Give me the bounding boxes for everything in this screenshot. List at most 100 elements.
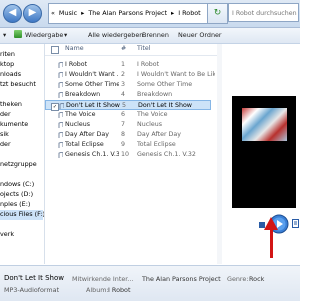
track-number: 1 — [121, 61, 126, 68]
track-number: 4 — [121, 91, 126, 98]
table-row[interactable]: Some Other Time 3 Some Other Time — [45, 80, 211, 90]
table-row[interactable]: The Voice 6 The Voice — [45, 110, 211, 120]
play-dropdown-icon[interactable]: ▾ — [64, 31, 67, 39]
audio-file-icon — [58, 121, 64, 128]
track-name: Day After Day — [65, 131, 109, 138]
track-name: Total Eclipse — [65, 141, 104, 148]
track-name: Some Other Time — [65, 81, 119, 88]
genre-value: Rock — [249, 275, 265, 283]
track-number: 8 — [121, 131, 126, 138]
audio-file-icon — [59, 102, 65, 109]
track-name: Don't Let It Show — [66, 102, 120, 109]
sidebar-item[interactable]: tzt besucht — [0, 80, 36, 90]
track-title: I Wouldn't Want to Be Like Me — [137, 71, 215, 78]
organize-menu[interactable]: ▾ — [3, 31, 6, 39]
column-headers: Name # Titel — [45, 44, 217, 56]
address-bar: ◀ ▶ «Music ▸ The Alan Parsons Project ▸ I Ro… — [0, 0, 300, 28]
selected-file-name: Don't Let It Show — [4, 274, 64, 282]
artists-value: The Alan Parsons Project — [142, 275, 221, 283]
track-title: Nucleus — [137, 121, 163, 128]
back-button[interactable]: ◀ — [3, 4, 22, 23]
sidebar-item[interactable]: netzgruppe — [0, 160, 37, 170]
track-title: The Voice — [137, 111, 168, 118]
sidebar-item[interactable]: nloads — [0, 70, 21, 80]
arrow-head-annotation — [264, 217, 278, 230]
album-value: I Robot — [108, 286, 131, 294]
sidebar-item[interactable]: kumente — [0, 120, 28, 130]
play-all-button[interactable]: Alle wiedergeben — [88, 31, 143, 39]
audio-file-icon — [58, 71, 64, 78]
track-number: 10 — [121, 151, 130, 158]
track-name: I Wouldn't Want ... — [65, 71, 119, 78]
audio-file-icon — [58, 81, 64, 88]
sidebar-item[interactable]: verk — [0, 230, 14, 240]
track-number: 2 — [121, 71, 126, 78]
burn-button[interactable]: Brennen — [142, 31, 169, 39]
play-button[interactable]: Wiedergabe — [25, 31, 63, 39]
refresh-icon[interactable]: ↻ — [207, 3, 228, 24]
sidebar-item[interactable]: sik — [0, 130, 9, 140]
track-title: Day After Day — [137, 131, 181, 138]
forward-button[interactable]: ▶ — [23, 4, 42, 23]
table-row[interactable]: Nucleus 7 Nucleus — [45, 120, 211, 130]
sidebar-item[interactable]: der — [0, 140, 11, 150]
sidebar-item[interactable]: ktop — [0, 60, 14, 70]
table-row-selected[interactable]: ✓ Don't Let It Show 5 Don't Let It Show — [45, 100, 211, 111]
track-name: Genesis Ch.1. V.32 — [65, 151, 119, 158]
track-title: Some Other Time — [137, 81, 193, 88]
table-row[interactable]: Breakdown 4 Breakdown — [45, 90, 211, 100]
audio-file-icon — [58, 131, 64, 138]
table-row[interactable]: Total Eclipse 9 Total Eclipse — [45, 140, 211, 150]
table-row[interactable]: Genesis Ch.1. V.32 10 Genesis Ch.1. V.32 — [45, 150, 211, 160]
track-name: The Voice — [65, 111, 96, 118]
breadcrumb-artist[interactable]: The Alan Parsons Project — [86, 9, 169, 17]
sidebar-item-selected[interactable]: cious Files (F:) — [0, 210, 44, 220]
track-name: I Robot — [65, 61, 88, 68]
open-in-player-icon[interactable] — [292, 219, 299, 228]
new-folder-button[interactable]: Neuer Ordner — [178, 31, 222, 39]
sidebar-item[interactable]: ojects (D:) — [0, 190, 33, 200]
sidebar-item[interactable]: der — [0, 110, 11, 120]
column-name[interactable]: Name — [65, 45, 84, 52]
breadcrumb[interactable]: «Music ▸ The Alan Parsons Project ▸ I Robot — [48, 3, 208, 24]
album-label: Album: — [86, 286, 109, 294]
track-title: Total Eclipse — [137, 141, 176, 148]
track-number: 7 — [121, 121, 126, 128]
audio-file-icon — [58, 61, 64, 68]
audio-file-icon — [58, 151, 64, 158]
genre-label: Genre: — [227, 275, 249, 283]
audio-file-icon — [58, 91, 64, 98]
sidebar-item[interactable]: riten — [0, 50, 15, 60]
table-row[interactable]: I Robot 1 I Robot — [45, 60, 211, 70]
track-number: 5 — [122, 102, 127, 109]
command-bar: ▾ Wiedergabe ▾ Alle wiedergeben Brennen … — [0, 28, 300, 44]
select-all-checkbox[interactable] — [51, 46, 59, 54]
track-title: Genesis Ch.1. V.32 — [137, 151, 196, 158]
breadcrumb-overflow[interactable]: « — [49, 9, 57, 17]
sidebar-item[interactable]: nples (E:) — [0, 200, 30, 210]
details-pane: Don't Let It Show MP3-Audioformat Mitwir… — [0, 265, 300, 301]
table-row[interactable]: Day After Day 8 Day After Day — [45, 130, 211, 140]
sidebar-item[interactable]: ndows (C:) — [0, 180, 34, 190]
table-row[interactable]: I Wouldn't Want ... 2 I Wouldn't Want to… — [45, 70, 215, 80]
search-input[interactable]: I Robot durchsuchen — [228, 3, 299, 22]
column-title[interactable]: Titel — [137, 45, 151, 52]
audio-file-icon — [58, 141, 64, 148]
track-number: 6 — [121, 111, 126, 118]
track-number: 9 — [121, 141, 126, 148]
column-number[interactable]: # — [121, 45, 126, 52]
arrow-annotation — [270, 230, 273, 258]
audio-file-icon — [58, 111, 64, 118]
navigation-pane: riten ktop nloads tzt besucht theken der… — [0, 44, 45, 264]
track-title: Breakdown — [137, 91, 173, 98]
artists-label: Mitwirkende Inter... — [72, 275, 134, 283]
breadcrumb-album[interactable]: I Robot — [176, 9, 202, 17]
play-icon — [14, 30, 22, 38]
file-type: MP3-Audioformat — [4, 286, 60, 294]
track-number: 3 — [121, 81, 126, 88]
breadcrumb-music[interactable]: Music — [57, 9, 79, 17]
album-art — [242, 108, 287, 141]
track-title: I Robot — [137, 61, 160, 68]
track-name: Nucleus — [65, 121, 91, 128]
sidebar-item[interactable]: theken — [0, 100, 22, 110]
